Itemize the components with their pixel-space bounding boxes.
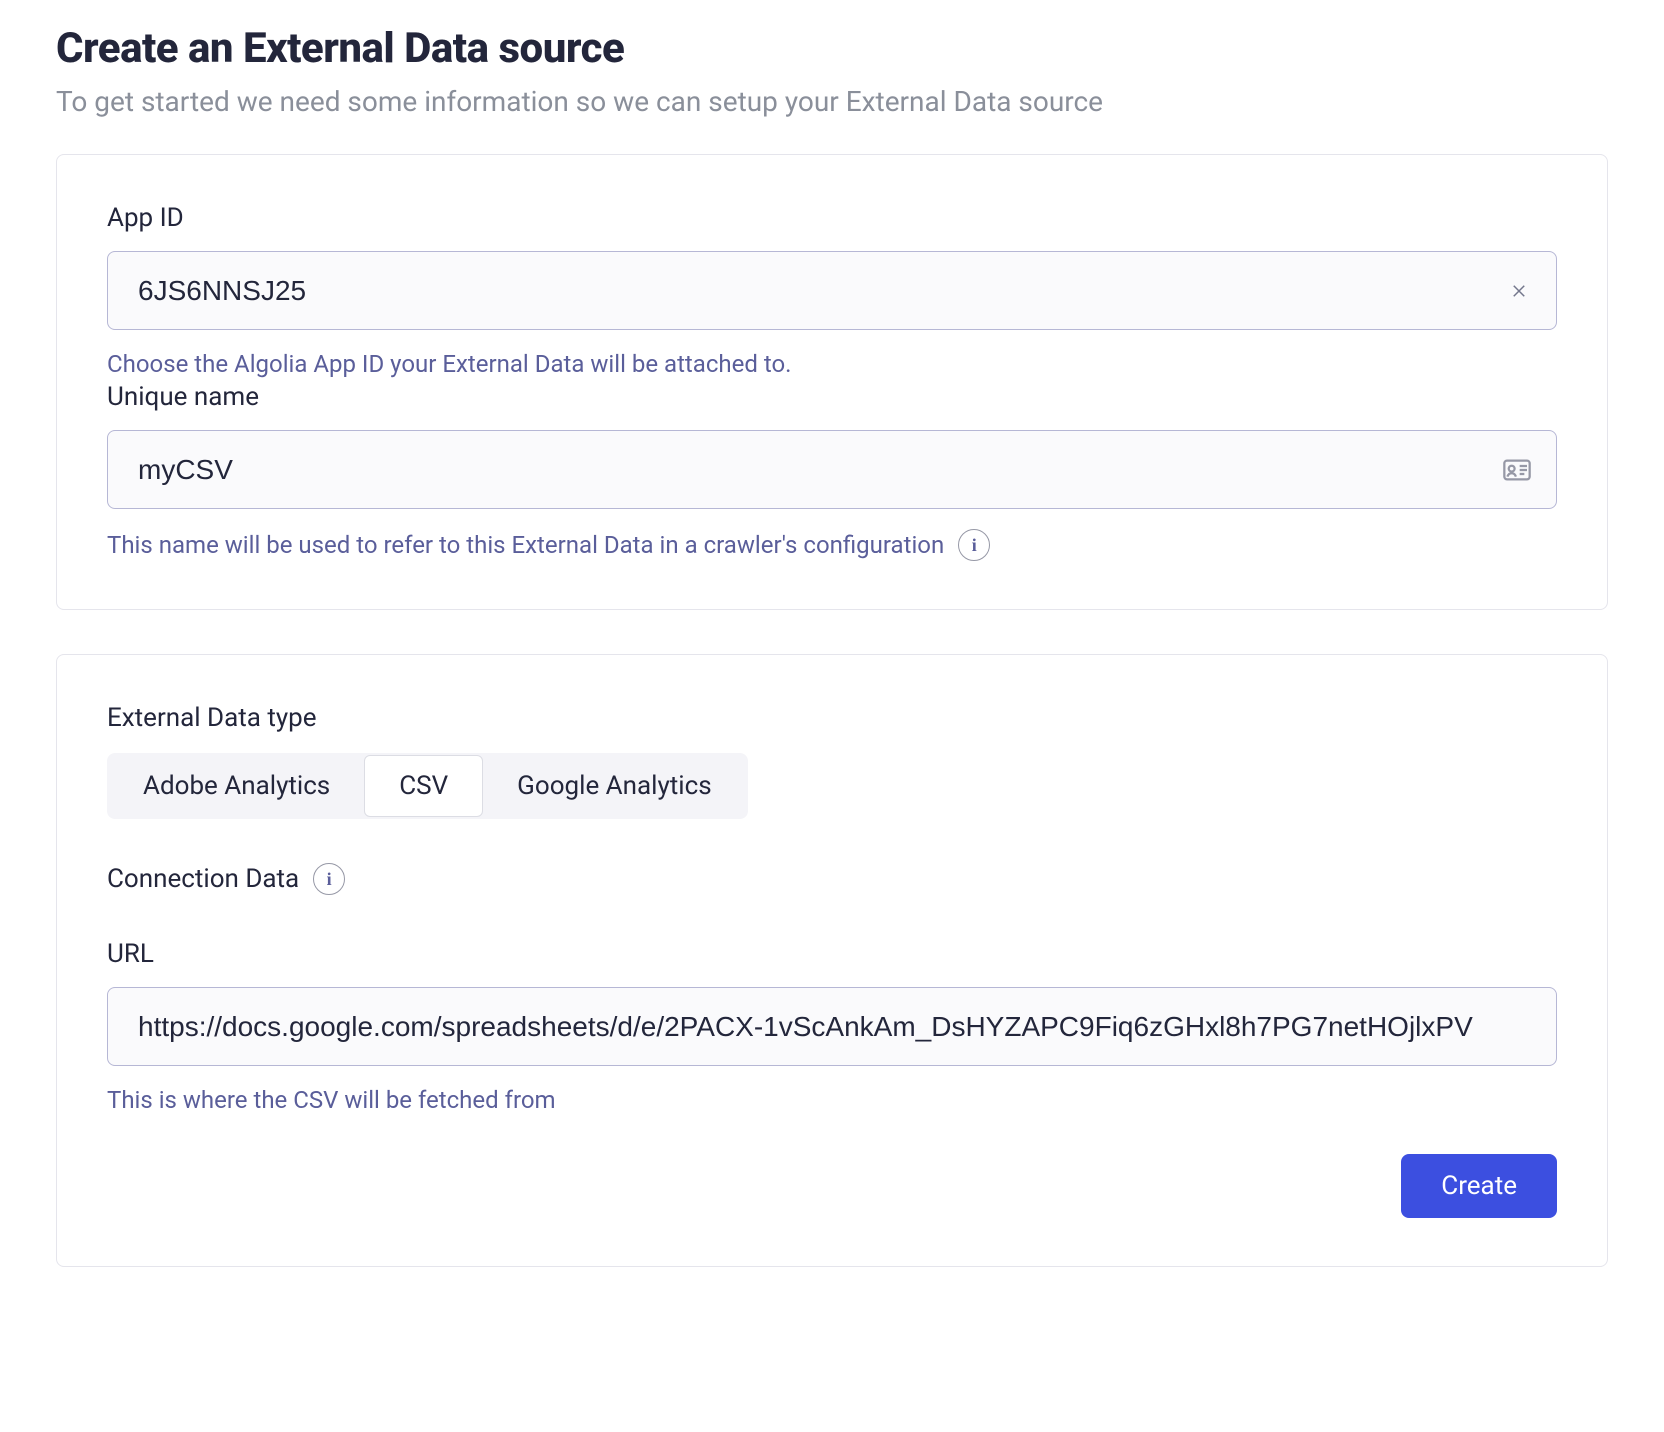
url-label: URL — [107, 939, 1557, 969]
page-subtitle: To get started we need some information … — [56, 85, 1608, 118]
card-basic-info: App ID Choose the Algolia App ID your Ex… — [56, 154, 1608, 610]
app-id-help: Choose the Algolia App ID your External … — [107, 350, 1557, 378]
type-option-google-analytics[interactable]: Google Analytics — [483, 755, 745, 817]
card-data-type: External Data type Adobe Analytics CSV G… — [56, 654, 1608, 1267]
page-title: Create an External Data source — [56, 24, 1608, 73]
app-id-label: App ID — [107, 203, 1557, 233]
type-option-adobe-analytics[interactable]: Adobe Analytics — [109, 755, 364, 817]
id-card-icon — [1501, 454, 1533, 486]
type-label: External Data type — [107, 703, 1557, 733]
info-icon[interactable]: i — [313, 863, 345, 895]
connection-label: Connection Data — [107, 864, 299, 894]
url-help: This is where the CSV will be fetched fr… — [107, 1086, 1557, 1114]
unique-name-help: This name will be used to refer to this … — [107, 531, 944, 559]
type-option-csv[interactable]: CSV — [364, 755, 483, 817]
type-segmented-control: Adobe Analytics CSV Google Analytics — [107, 753, 748, 819]
close-icon — [1510, 282, 1528, 300]
clear-app-id-button[interactable] — [1505, 277, 1533, 305]
url-input[interactable] — [107, 987, 1557, 1066]
info-icon[interactable]: i — [958, 529, 990, 561]
unique-name-label: Unique name — [107, 382, 1557, 412]
unique-name-input[interactable] — [107, 430, 1557, 509]
create-button[interactable]: Create — [1401, 1154, 1557, 1218]
app-id-input[interactable] — [107, 251, 1557, 330]
